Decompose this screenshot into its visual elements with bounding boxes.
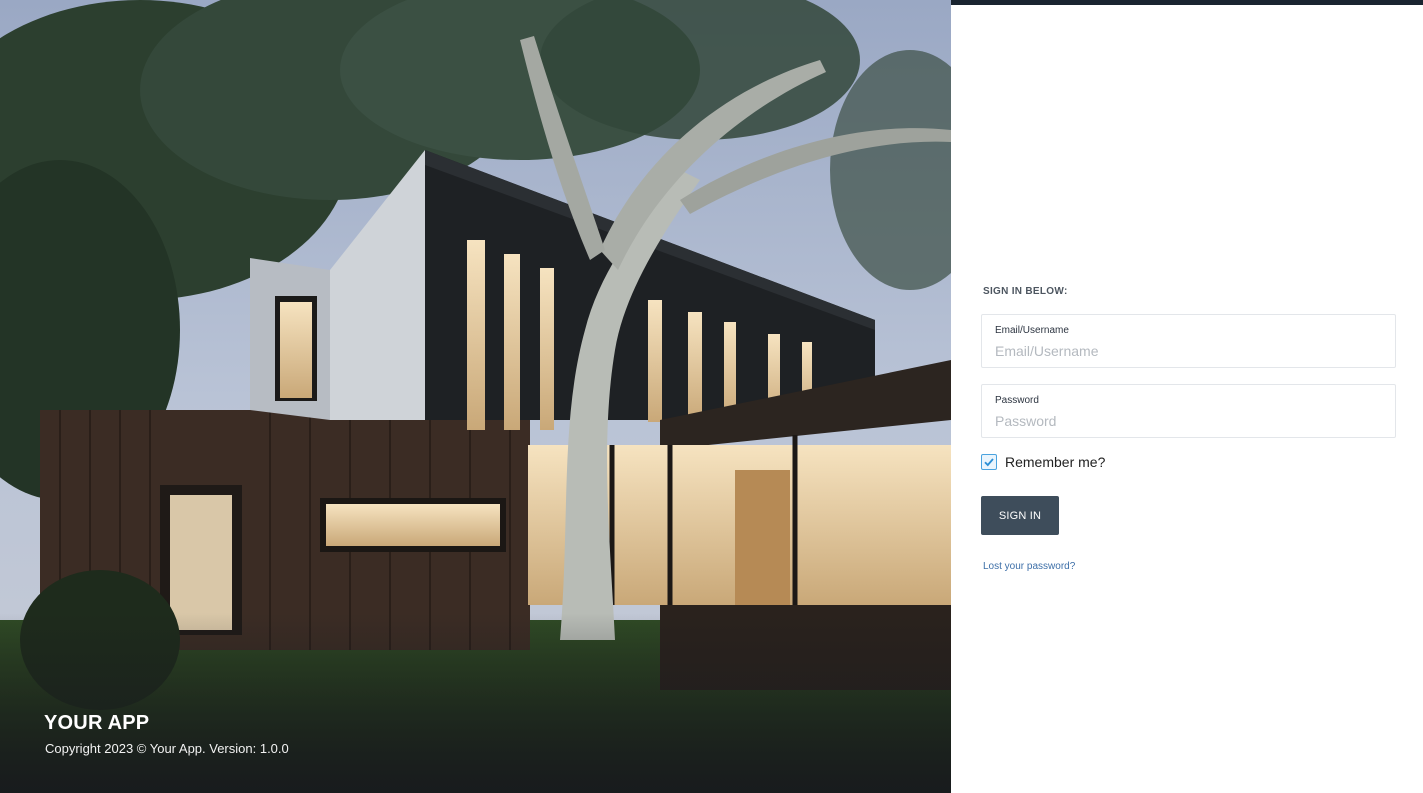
copyright-text: Copyright 2023 © Your App. Version: 1.0.… [45,741,289,756]
email-field[interactable]: Email/Username [981,314,1396,368]
remember-me-checkbox[interactable] [981,454,997,470]
check-icon [984,458,994,467]
top-accent-strip [951,0,1423,5]
email-field-label: Email/Username [995,325,1069,336]
password-field[interactable]: Password [981,384,1396,438]
hero-image-panel: YOUR APP Copyright 2023 © Your App. Vers… [0,0,951,793]
brand-title: YOUR APP [44,712,150,734]
brand-gradient-overlay [0,613,951,793]
password-input[interactable] [995,411,1380,431]
signin-heading: SIGN IN BELOW: [983,286,1068,297]
remember-me-label: Remember me? [1005,454,1106,470]
lost-password-link[interactable]: Lost your password? [983,561,1075,572]
remember-me-row[interactable]: Remember me? [981,454,1105,470]
password-field-label: Password [995,395,1039,406]
email-input[interactable] [995,341,1380,361]
signin-button[interactable]: SIGN IN [981,496,1059,535]
signin-panel: SIGN IN BELOW: Email/Username Password R… [951,0,1423,793]
